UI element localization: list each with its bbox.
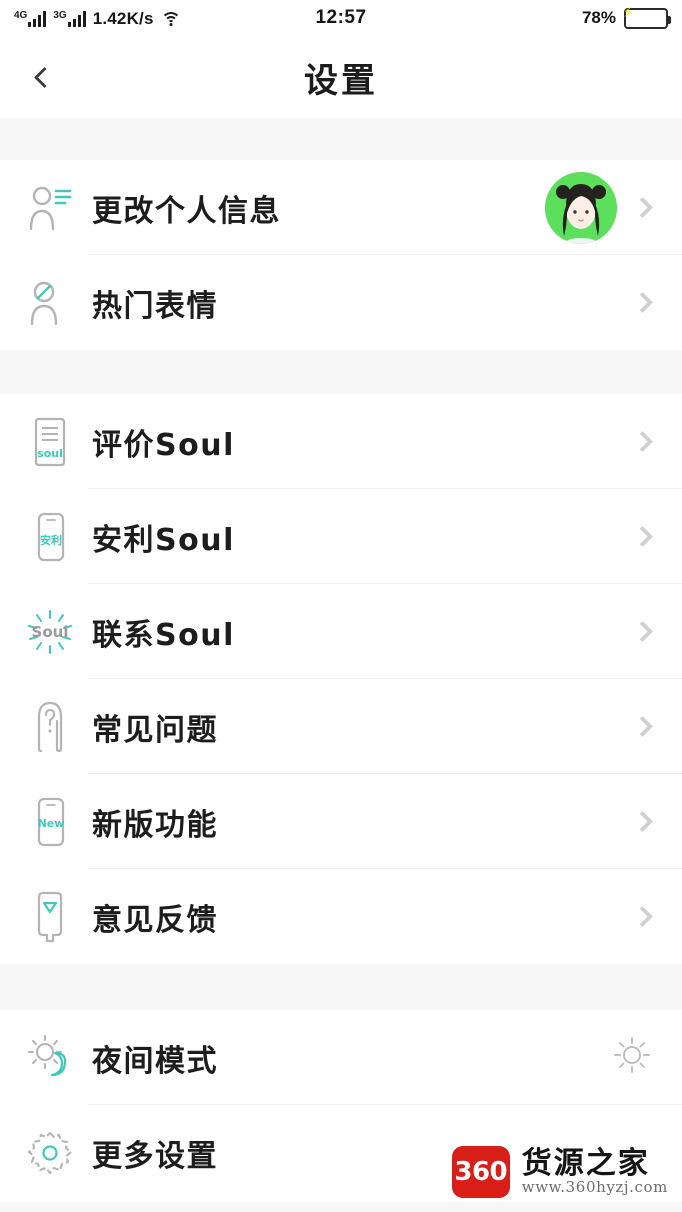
- watermark-text: 货源之家 www.360hyzj.com: [522, 1149, 668, 1195]
- phone-anli-icon: 安利: [24, 509, 76, 565]
- phone-screen: 4G 3G 1.42K/s 12:57 78% ⚡ 设置 更改个人信息 热门表情…: [0, 0, 682, 1212]
- icon-text: New: [38, 817, 65, 830]
- gear-icon: [24, 1125, 76, 1181]
- chevron-right-icon: [631, 430, 654, 453]
- row-accessory: [631, 525, 658, 548]
- chevron-right-icon: [631, 810, 654, 833]
- status-bar-right: 78% ⚡: [581, 5, 671, 29]
- section-spacer-1: [0, 350, 682, 394]
- back-chevron-icon: [33, 66, 55, 88]
- person-info-icon: [24, 180, 76, 236]
- row-change-personal-info[interactable]: 更改个人信息: [0, 160, 682, 255]
- person-emoji-icon: [24, 275, 76, 331]
- row-accessory: [631, 715, 658, 738]
- chevron-right-icon: [631, 715, 654, 738]
- chevron-right-icon: [631, 620, 654, 643]
- row-rate-soul[interactable]: soul 评价Soul: [0, 394, 682, 489]
- phone-new-icon: New: [24, 794, 76, 850]
- row-label: 更改个人信息: [92, 193, 281, 229]
- row-label: 安利Soul: [92, 522, 235, 558]
- question-bubble-icon: [24, 699, 76, 755]
- soul-document-icon: soul: [24, 414, 76, 470]
- row-label: 评价Soul: [92, 427, 235, 463]
- status-bar: 4G 3G 1.42K/s 12:57 78% ⚡: [0, 0, 682, 36]
- nav-bar: 设置: [0, 36, 682, 118]
- section-spacer-top: [0, 118, 682, 160]
- row-accessory: [612, 1035, 658, 1080]
- row-faq[interactable]: 常见问题: [0, 679, 682, 774]
- row-accessory: [631, 905, 658, 928]
- row-label: 意见反馈: [92, 902, 218, 938]
- row-accessory: [631, 430, 658, 453]
- chevron-right-icon: [631, 525, 654, 548]
- row-label: 联系Soul: [92, 617, 235, 653]
- watermark-url: www.360hyzj.com: [521, 1178, 668, 1196]
- chevron-right-icon: [631, 291, 654, 314]
- page-title: 设置: [304, 60, 378, 101]
- row-feedback[interactable]: 意见反馈: [0, 869, 682, 964]
- watermark-name: 货源之家: [521, 1146, 650, 1181]
- chevron-right-icon: [631, 196, 654, 219]
- row-label: 热门表情: [92, 288, 218, 324]
- battery-charging-icon: ⚡: [623, 5, 671, 29]
- sun-moon-icon: [24, 1030, 76, 1086]
- brightness-sun-icon[interactable]: [612, 1035, 652, 1080]
- bottom-strip: [0, 1202, 682, 1212]
- row-accessory: [631, 291, 658, 314]
- icon-text: 安利: [40, 533, 62, 547]
- chevron-right-icon: [631, 905, 654, 928]
- row-accessory: [631, 620, 658, 643]
- row-accessory: [545, 171, 658, 244]
- soul-burst-icon: Soul: [24, 604, 76, 660]
- row-recommend-soul[interactable]: 安利 安利Soul: [0, 489, 682, 584]
- row-contact-soul[interactable]: Soul 联系Soul: [0, 584, 682, 679]
- row-label: 夜间模式: [92, 1043, 218, 1079]
- row-popular-emoji[interactable]: 热门表情: [0, 255, 682, 350]
- profile-group: 更改个人信息 热门表情: [0, 160, 682, 350]
- section-spacer-2: [0, 964, 682, 1010]
- row-label: 更多设置: [92, 1138, 218, 1174]
- icon-text: Soul: [32, 623, 69, 641]
- battery-percentage: 78%: [581, 8, 616, 27]
- avatar[interactable]: [545, 171, 617, 244]
- feedback-bubble-icon: [24, 889, 76, 945]
- row-night-mode[interactable]: 夜间模式: [0, 1010, 682, 1105]
- watermark: 360 货源之家 www.360hyzj.com: [451, 1146, 668, 1198]
- icon-text: soul: [37, 447, 63, 460]
- row-new-features[interactable]: New 新版功能: [0, 774, 682, 869]
- watermark-badge: 360: [451, 1146, 510, 1198]
- status-bar-clock: 12:57: [315, 7, 367, 28]
- back-button[interactable]: [24, 57, 64, 97]
- row-label: 常见问题: [92, 712, 218, 748]
- row-accessory: [631, 810, 658, 833]
- row-label: 新版功能: [92, 807, 218, 843]
- soul-group: soul 评价Soul 安利 安利Soul Soul 联系Soul 常见问题 N…: [0, 394, 682, 964]
